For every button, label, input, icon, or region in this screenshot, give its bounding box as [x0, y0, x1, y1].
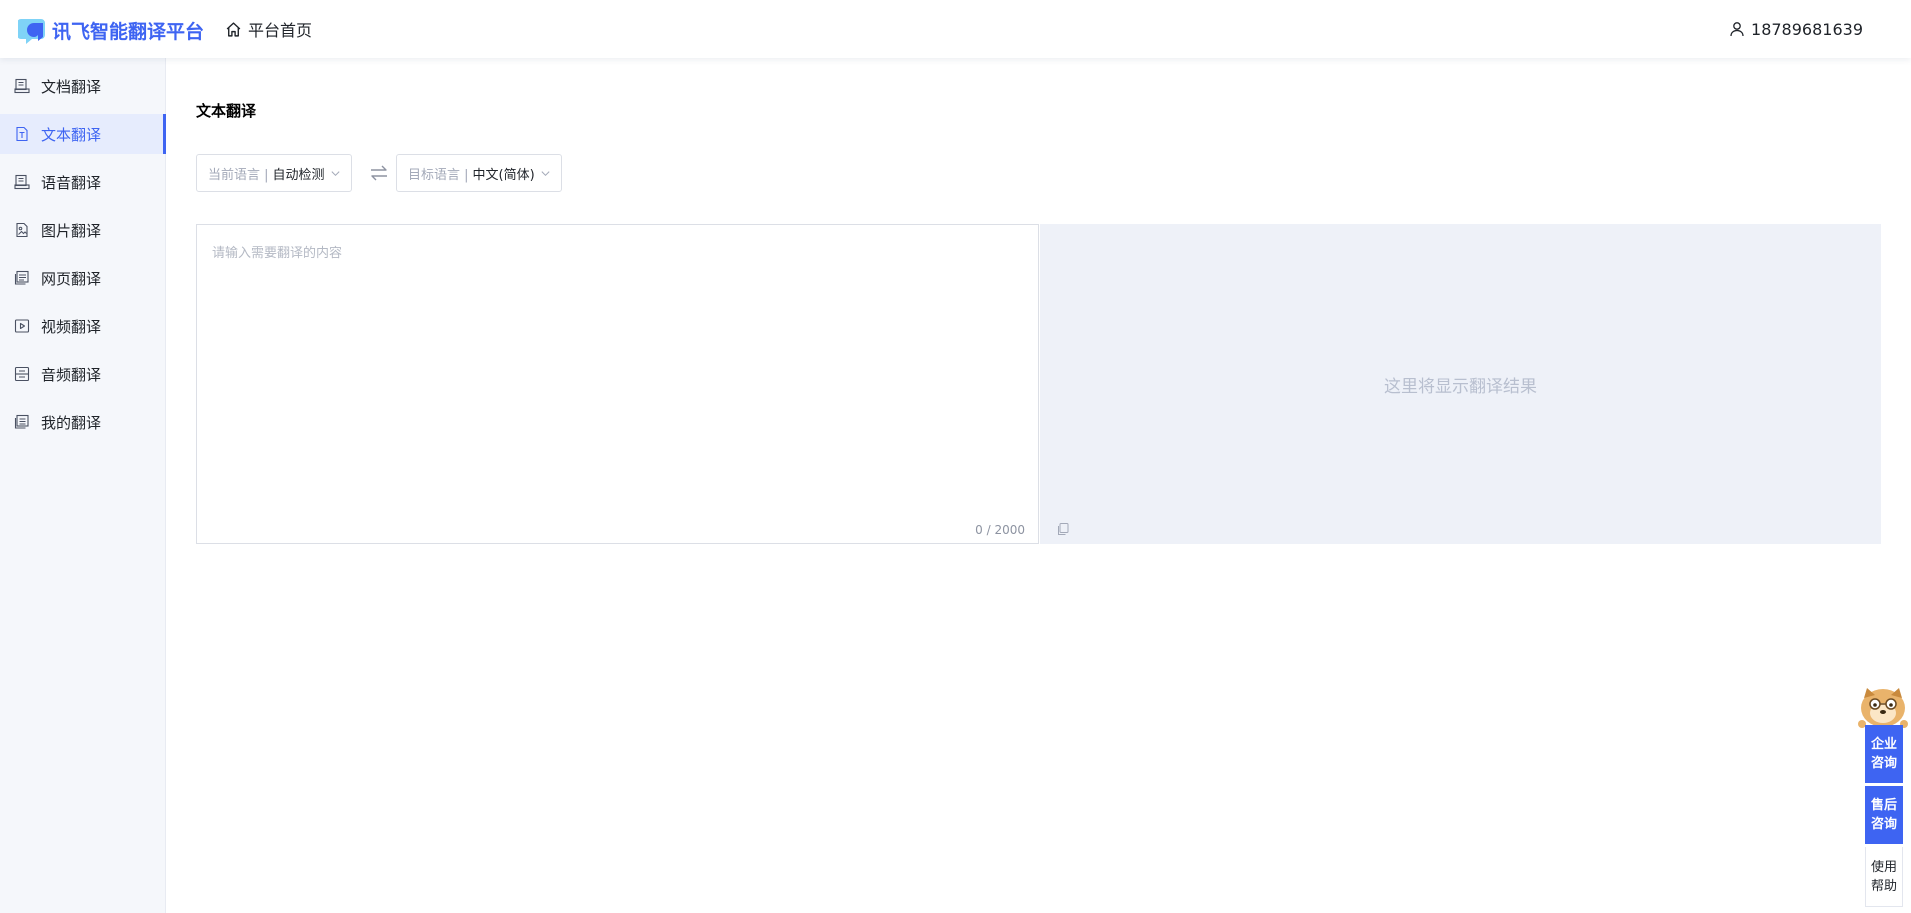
- audio-icon: [14, 366, 30, 382]
- home-link-label: 平台首页: [248, 21, 313, 40]
- my-translation-icon: [14, 414, 29, 429]
- sidebar-item-label: 图片翻译: [41, 221, 102, 240]
- sidebar-item-image-translation[interactable]: 图片翻译: [0, 210, 165, 250]
- home-link[interactable]: 平台首页: [225, 17, 312, 41]
- image-icon: [16, 222, 28, 238]
- chevron-down-icon: [541, 170, 550, 176]
- source-language-label: 当前语言 |: [208, 167, 269, 183]
- target-language-select[interactable]: 目标语言 | 中文(简体): [396, 154, 562, 192]
- sidebar-item-label: 文本翻译: [41, 125, 102, 144]
- translation-result-pane: 这里将显示翻译结果: [1040, 224, 1881, 544]
- sidebar-item-label: 语音翻译: [41, 173, 102, 192]
- sidebar-item-webpage-translation[interactable]: 网页翻译: [0, 258, 165, 298]
- voice-icon: [14, 174, 30, 190]
- character-counter: 0 / 2000: [975, 523, 1025, 537]
- mascot-icon[interactable]: [1857, 682, 1909, 730]
- translation-result-placeholder: 这里将显示翻译结果: [1384, 377, 1537, 397]
- top-header: 讯飞智能翻译平台 平台首页 18789681639: [0, 0, 1911, 58]
- target-language-value: 中文(简体): [472, 167, 535, 183]
- sidebar-item-voice-translation[interactable]: 语音翻译: [0, 162, 165, 202]
- user-account[interactable]: 18789681639: [1729, 17, 1863, 41]
- webpage-icon: [14, 270, 29, 285]
- source-language-select[interactable]: 当前语言 | 自动检测: [196, 154, 352, 192]
- sidebar-item-label: 我的翻译: [41, 413, 102, 432]
- sidebar-item-label: 网页翻译: [41, 269, 102, 288]
- help-button[interactable]: 使用帮助: [1865, 847, 1903, 907]
- page-title: 文本翻译: [196, 102, 257, 120]
- sidebar-item-video-translation[interactable]: 视频翻译: [0, 306, 165, 346]
- document-icon: [14, 78, 30, 94]
- sidebar-item-label: 视频翻译: [41, 317, 102, 336]
- target-language-label: 目标语言 |: [408, 167, 469, 183]
- logo-text: 讯飞智能翻译平台: [52, 20, 205, 43]
- source-text-input[interactable]: [197, 225, 1038, 505]
- user-icon: [1730, 22, 1744, 37]
- sidebar-item-audio-translation[interactable]: 音频翻译: [0, 354, 165, 394]
- video-icon: [14, 319, 30, 333]
- source-text-pane: 0 / 2000: [196, 224, 1039, 544]
- enterprise-consult-button[interactable]: 企业咨询: [1865, 725, 1903, 783]
- sidebar-item-text-translation[interactable]: 文本翻译: [0, 114, 166, 154]
- sidebar-item-label: 文档翻译: [41, 77, 102, 96]
- sidebar-item-my-translations[interactable]: 我的翻译: [0, 402, 165, 442]
- sidebar-item-document-translation[interactable]: 文档翻译: [0, 66, 165, 106]
- sidebar-item-label: 音频翻译: [41, 365, 102, 384]
- text-icon: [16, 126, 28, 142]
- copy-icon[interactable]: [1056, 522, 1070, 536]
- home-icon: [226, 21, 241, 37]
- chevron-down-icon: [331, 170, 340, 176]
- swap-languages-icon[interactable]: [369, 163, 389, 183]
- platform-logo[interactable]: 讯飞智能翻译平台: [18, 14, 204, 46]
- sidebar: 文档翻译 文本翻译 语音翻译 图片翻译 网页翻译 视频翻译 音频翻译 我的翻译: [0, 58, 166, 913]
- user-phone: 18789681639: [1751, 19, 1863, 39]
- source-language-value: 自动检测: [272, 167, 325, 183]
- logo-icon: [18, 19, 45, 44]
- after-sales-consult-button[interactable]: 售后咨询: [1865, 786, 1903, 844]
